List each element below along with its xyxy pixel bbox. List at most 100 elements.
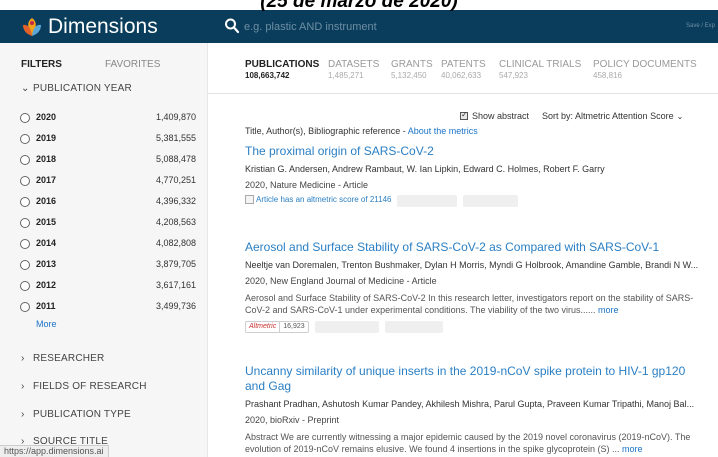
- show-abstract-toggle[interactable]: Show abstract: [460, 110, 529, 121]
- save-export-link[interactable]: Save / Exp: [686, 23, 715, 29]
- year-radio[interactable]: [20, 176, 30, 186]
- more-years-link[interactable]: More: [36, 319, 57, 329]
- year-filter-row[interactable]: 2013 3,879,705: [20, 258, 196, 274]
- year-label: 2018: [36, 154, 57, 164]
- abstract-more-link[interactable]: more: [622, 444, 643, 454]
- tab-policy-documents[interactable]: POLICY DOCUMENTS 458,816: [593, 59, 697, 80]
- dimensions-logo-icon[interactable]: [20, 15, 44, 39]
- year-radio[interactable]: [20, 134, 30, 144]
- publication-abstract: Abstract We are currently witnessing a m…: [245, 431, 708, 455]
- tab-label: CLINICAL TRIALS: [499, 59, 582, 70]
- year-filter-row[interactable]: 2014 4,082,808: [20, 237, 196, 253]
- search-icon[interactable]: [224, 17, 240, 35]
- fields-of-research-label: FIELDS OF RESEARCH: [33, 381, 147, 392]
- broken-image-icon: [245, 195, 254, 204]
- year-filter-row[interactable]: 2016 4,396,332: [20, 195, 196, 211]
- year-count: 3,617,161: [155, 280, 196, 290]
- year-filter-row[interactable]: 2017 4,770,251: [20, 174, 196, 190]
- year-radio[interactable]: [20, 239, 30, 249]
- year-count: 3,499,736: [155, 301, 196, 311]
- publication-year-label: PUBLICATION YEAR: [33, 83, 132, 94]
- tab-favorites[interactable]: FAVORITES: [105, 59, 160, 70]
- year-filter-row[interactable]: 2011 3,499,736: [20, 300, 196, 316]
- year-radio[interactable]: [20, 113, 30, 123]
- publication-title[interactable]: Uncanny similarity of unique inserts in …: [245, 364, 708, 394]
- year-radio[interactable]: [20, 197, 30, 207]
- year-count: 4,396,332: [155, 196, 196, 206]
- publication-authors: Kristian G. Andersen, Andrew Rambaut, W.…: [245, 164, 605, 174]
- altmetric-name: Altmetric: [246, 322, 281, 332]
- chevron-right-icon: ›: [21, 381, 25, 392]
- tab-count: 108,663,742: [245, 71, 290, 80]
- year-radio[interactable]: [20, 155, 30, 165]
- year-filter-row[interactable]: 2015 4,208,563: [20, 216, 196, 232]
- publication-authors: Neeltje van Doremalen, Trenton Bushmaker…: [245, 260, 699, 270]
- altmetric-badge[interactable]: Article has an altmetric score of 21146: [256, 195, 391, 204]
- year-radio[interactable]: [20, 302, 30, 312]
- tab-publications[interactable]: PUBLICATIONS 108,663,742: [245, 59, 319, 80]
- year-filter-row[interactable]: 2020 1,409,870: [20, 111, 196, 127]
- publication-year-heading[interactable]: ⌄ PUBLICATION YEAR: [21, 83, 132, 94]
- tab-datasets[interactable]: DATASETS 1,485,271: [328, 59, 379, 80]
- publication-authors: Prashant Pradhan, Ashutosh Kumar Pandey,…: [245, 399, 695, 409]
- year-filter-row[interactable]: 2018 5,088,478: [20, 153, 196, 169]
- year-count: 5,381,555: [155, 133, 196, 143]
- tabs-divider: [208, 93, 718, 94]
- year-label: 2016: [36, 196, 57, 206]
- year-label: 2014: [36, 238, 57, 248]
- publication-abstract: Aerosol and Surface Stability of SARS-Co…: [245, 292, 708, 316]
- year-count: 4,208,563: [155, 217, 196, 227]
- year-filter-row[interactable]: 2012 3,617,161: [20, 279, 196, 295]
- year-count: 5,088,478: [155, 154, 196, 164]
- year-radio[interactable]: [20, 260, 30, 270]
- year-radio[interactable]: [20, 218, 30, 228]
- sort-dropdown[interactable]: Sort by: Altmetric Attention Score ⌄: [542, 111, 683, 121]
- year-label: 2012: [36, 280, 57, 290]
- abstract-more-link[interactable]: more: [598, 305, 619, 315]
- tab-clinical-trials[interactable]: CLINICAL TRIALS 547,923: [499, 59, 581, 80]
- badge-placeholder: [397, 195, 458, 207]
- tab-label: GRANTS: [391, 59, 433, 70]
- columns-text: Title, Author(s), Bibliographic referenc…: [245, 126, 408, 136]
- altmetric-badge[interactable]: Altmetric 16,923: [245, 321, 309, 333]
- publication-type-filter[interactable]: › PUBLICATION TYPE: [21, 409, 131, 420]
- page-caption: (25 de marzo de 2020): [260, 0, 458, 12]
- badge-placeholder: [314, 321, 379, 333]
- publication-title[interactable]: The proximal origin of SARS-CoV-2: [245, 144, 708, 159]
- tab-label: POLICY DOCUMENTS: [593, 59, 697, 70]
- about-metrics-link[interactable]: About the metrics: [408, 126, 478, 136]
- researcher-filter[interactable]: › RESEARCHER: [21, 353, 104, 364]
- year-count: 1,409,870: [155, 112, 196, 122]
- sort-label: Sort by:: [542, 111, 574, 121]
- year-label: 2019: [36, 133, 57, 143]
- publication-meta: 2020, Nature Medicine - Article: [245, 180, 369, 190]
- badge-placeholder: [463, 195, 519, 207]
- fields-of-research-filter[interactable]: › FIELDS OF RESEARCH: [21, 381, 147, 392]
- publication-item: Aerosol and Surface Stability of SARS-Co…: [245, 240, 708, 335]
- brand-name[interactable]: Dimensions: [48, 15, 158, 39]
- chevron-down-icon: ⌄: [676, 112, 684, 121]
- publication-type-label: PUBLICATION TYPE: [33, 409, 131, 420]
- tab-label: PUBLICATIONS: [245, 59, 320, 70]
- filters-sidebar: FILTERS FAVORITES ⌄ PUBLICATION YEAR 2020…: [0, 43, 208, 457]
- year-filter-row[interactable]: 2019 5,381,555: [20, 132, 196, 148]
- tab-label: DATASETS: [328, 59, 380, 70]
- chevron-right-icon: ›: [21, 409, 25, 420]
- tab-grants[interactable]: GRANTS 5,132,450: [391, 59, 433, 80]
- year-radio[interactable]: [20, 281, 30, 291]
- show-abstract-checkbox[interactable]: [460, 110, 468, 120]
- results-panel: PUBLICATIONS 108,663,742 DATASETS 1,485,…: [208, 43, 718, 457]
- tab-filters[interactable]: FILTERS: [21, 59, 62, 70]
- altmetric-score: 16,923: [283, 323, 305, 330]
- publication-item: Uncanny similarity of unique inserts in …: [245, 364, 708, 455]
- year-label: 2017: [36, 175, 57, 185]
- publication-badges: Article has an altmetric score of 21146: [245, 195, 708, 209]
- publication-title[interactable]: Aerosol and Surface Stability of SARS-Co…: [245, 240, 708, 255]
- publication-meta: 2020, bioRxiv - Preprint: [245, 415, 340, 425]
- tab-count: 458,816: [593, 71, 622, 80]
- tab-count: 40,062,633: [441, 71, 482, 80]
- tab-patents[interactable]: PATENTS 40,062,633: [441, 59, 486, 80]
- tab-count: 1,485,271: [328, 71, 364, 80]
- chevron-right-icon: ›: [21, 353, 25, 364]
- search-input[interactable]: [244, 17, 644, 37]
